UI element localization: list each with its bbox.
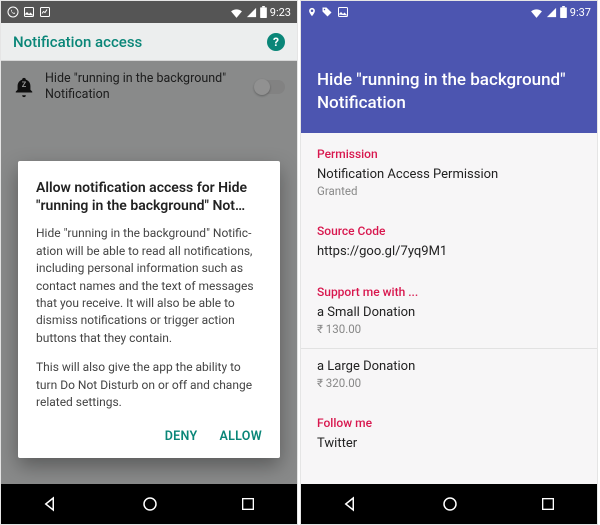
whatsapp-icon	[7, 6, 19, 18]
tag-icon	[321, 6, 333, 18]
recents-icon[interactable]	[240, 496, 256, 512]
signal-icon	[246, 7, 257, 18]
dialog-body-2: This will also give the app the ability …	[36, 359, 262, 411]
allow-button[interactable]: ALLOW	[219, 429, 262, 444]
wifi-icon	[530, 7, 543, 18]
status-bar: 9:23	[1, 1, 297, 23]
back-icon[interactable]	[42, 495, 60, 513]
dialog-title: Allow notification access for Hide "runn…	[36, 179, 262, 215]
chart-icon	[39, 6, 51, 18]
status-bar: 9:37	[301, 1, 597, 23]
permission-dialog: Allow notification access for Hide "runn…	[18, 161, 280, 458]
nav-bar	[301, 484, 597, 524]
source-url: https://goo.gl/7yq9M1	[317, 244, 581, 259]
hero-title: Hide "running in the background" Notific…	[317, 69, 581, 115]
battery-icon	[260, 6, 267, 18]
image-icon	[337, 6, 349, 18]
small-donation-title: a Small Donation	[317, 305, 581, 320]
signal-icon	[546, 7, 557, 18]
twitter-item[interactable]: Twitter	[301, 436, 597, 463]
section-permission: Permission	[301, 133, 597, 167]
large-donation-item[interactable]: a Large Donation ₹ 320.00	[301, 349, 597, 402]
permission-status: Granted	[317, 184, 581, 198]
recents-icon[interactable]	[540, 496, 556, 512]
action-bar: Notification access ?	[1, 23, 297, 61]
source-item[interactable]: https://goo.gl/7yq9M1	[301, 244, 597, 271]
content-area: Z Hide "running in the background" Notif…	[1, 61, 297, 484]
permission-item[interactable]: Notification Access Permission Granted	[301, 167, 597, 210]
section-follow: Follow me	[301, 402, 597, 436]
small-donation-price: ₹ 130.00	[317, 322, 581, 336]
status-time: 9:23	[270, 6, 291, 19]
deny-button[interactable]: DENY	[165, 429, 198, 444]
location-icon	[307, 6, 317, 18]
section-source: Source Code	[301, 210, 597, 244]
home-icon[interactable]	[141, 495, 159, 513]
home-icon[interactable]	[441, 495, 459, 513]
wifi-icon	[230, 7, 243, 18]
large-donation-title: a Large Donation	[317, 359, 581, 374]
status-time: 9:37	[570, 6, 591, 19]
hero-header: Hide "running in the background" Notific…	[301, 23, 597, 133]
phone-left: 9:23 Notification access ? Z Hide "runni…	[0, 0, 298, 525]
nav-bar	[1, 484, 297, 524]
twitter-title: Twitter	[317, 436, 581, 451]
phone-right: 9:37 Hide "running in the background" No…	[300, 0, 598, 525]
dialog-scrim[interactable]: Allow notification access for Hide "runn…	[1, 61, 297, 484]
permission-title: Notification Access Permission	[317, 167, 581, 182]
section-support: Support me with ...	[301, 271, 597, 305]
settings-body: Permission Notification Access Permissio…	[301, 133, 597, 484]
dialog-body-1: Hide "running in the background" Notific…	[36, 225, 262, 347]
small-donation-item[interactable]: a Small Donation ₹ 130.00	[301, 305, 597, 348]
battery-icon	[560, 6, 567, 18]
page-title: Notification access	[13, 33, 142, 51]
back-icon[interactable]	[342, 495, 360, 513]
help-icon[interactable]: ?	[267, 33, 285, 51]
image-icon	[23, 6, 35, 18]
large-donation-price: ₹ 320.00	[317, 376, 581, 390]
